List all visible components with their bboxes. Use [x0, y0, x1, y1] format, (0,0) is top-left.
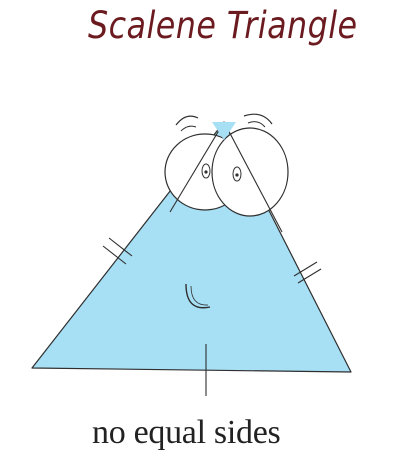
- scalene-triangle-illustration: [31, 113, 352, 396]
- caption-no-equal-sides: no equal sides: [92, 414, 281, 451]
- left-eyebrow-inner: [180, 125, 197, 132]
- right-eyebrow-inner: [247, 121, 266, 128]
- left-eyebrow: [175, 115, 199, 126]
